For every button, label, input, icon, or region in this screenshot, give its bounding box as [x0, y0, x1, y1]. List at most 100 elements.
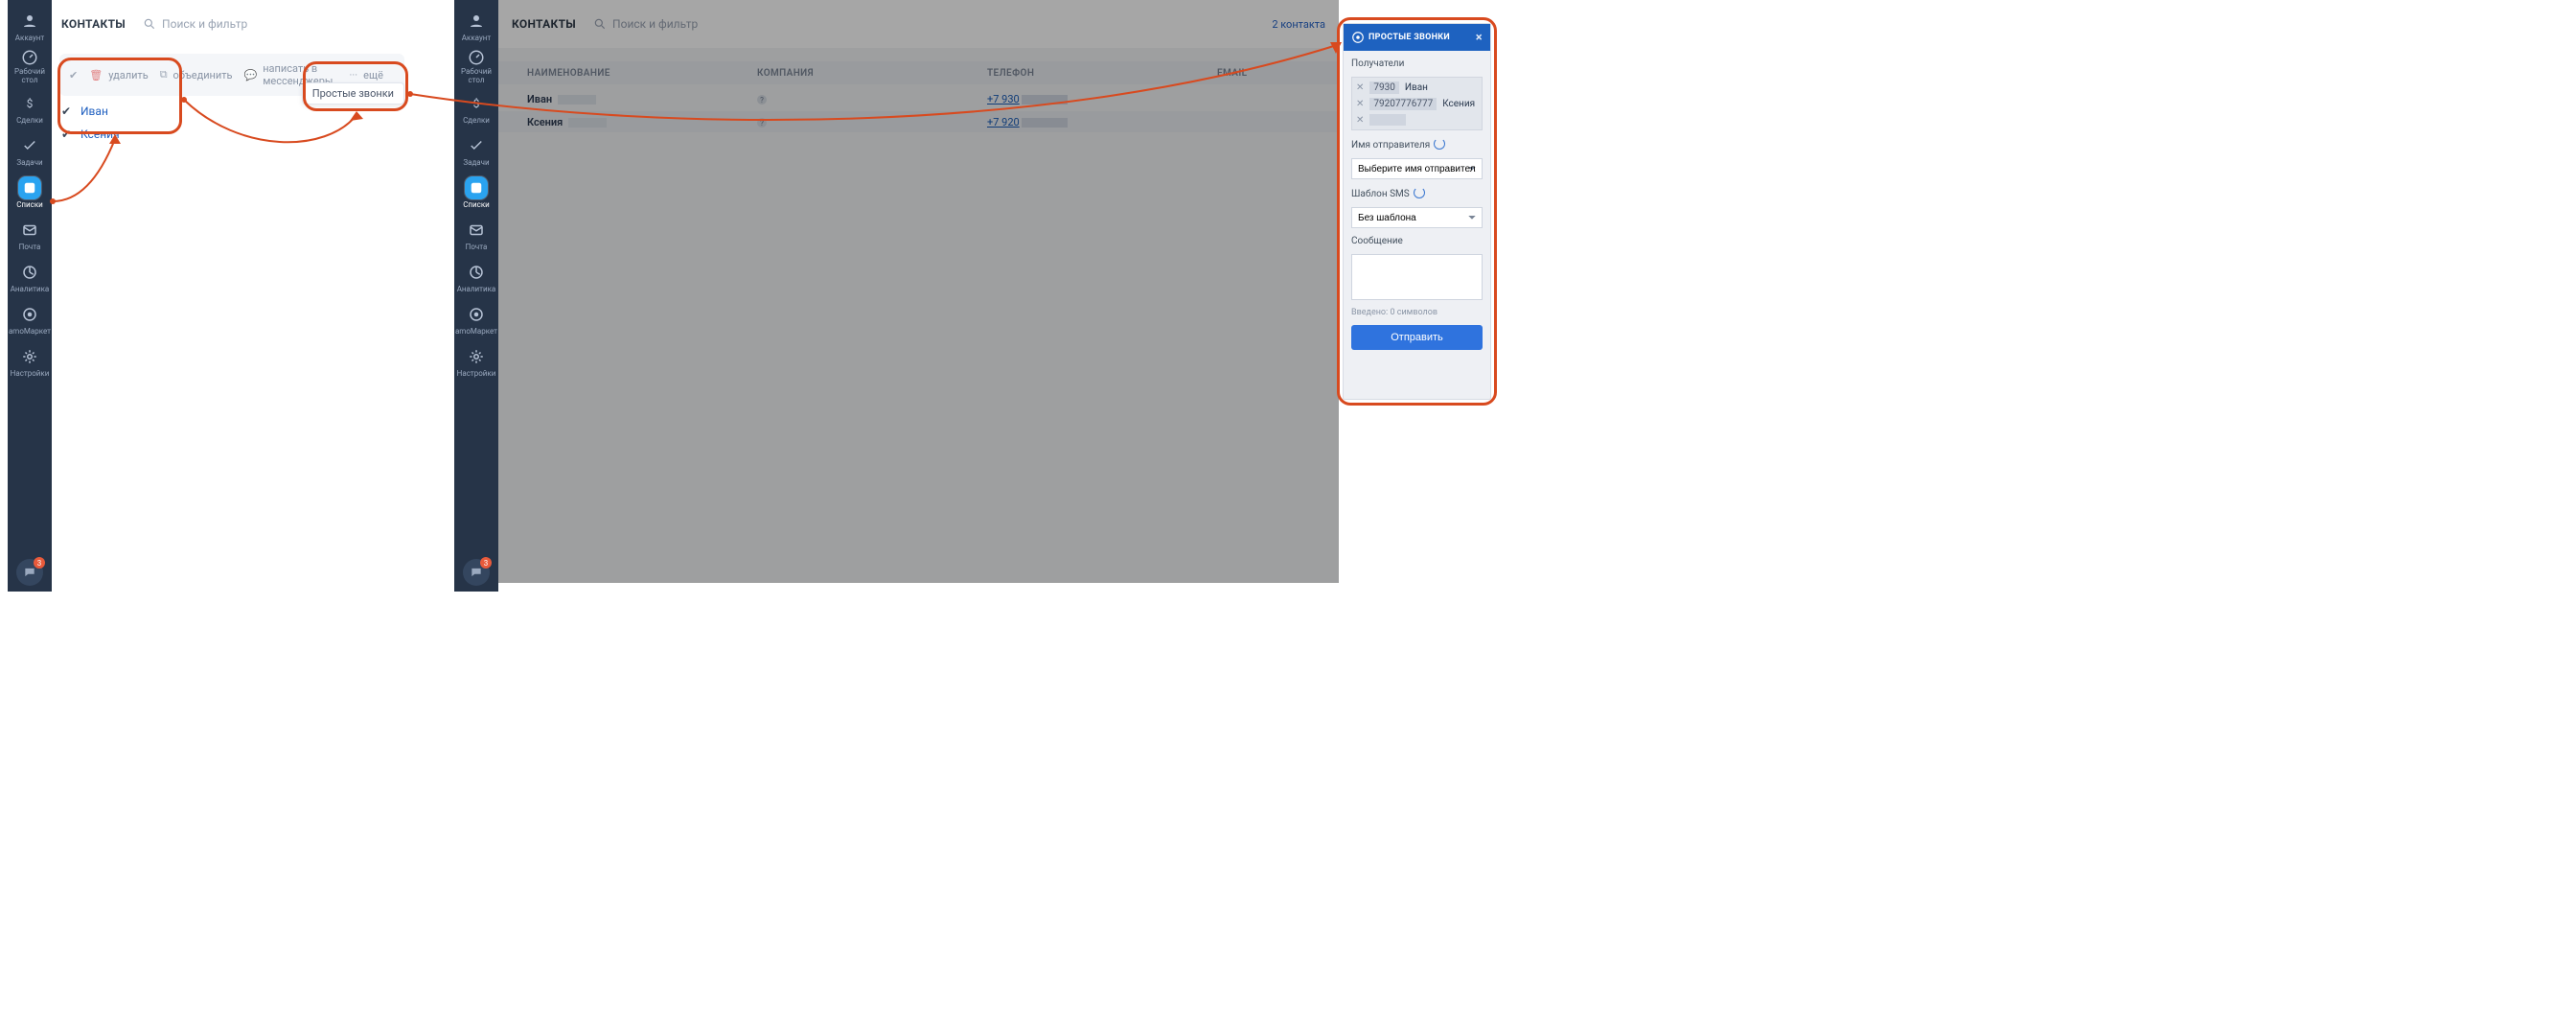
nav-account[interactable]: Аккаунт — [454, 4, 498, 46]
nav-label: Аналитика — [11, 286, 50, 293]
recipient-row: ✕ 79207776777 Ксения — [1356, 98, 1478, 110]
dollar-icon: $ — [18, 92, 41, 115]
recipient-number: 7930 — [1369, 81, 1398, 94]
market-icon — [465, 303, 488, 326]
mail-icon — [18, 219, 41, 242]
panel-a: КОНТАКТЫ Поиск и фильтр ✔ 🗑удалить ⧉объе… — [52, 0, 412, 583]
recipient-name: Иван — [1405, 82, 1428, 93]
nav-label: Списки — [16, 201, 43, 209]
refresh-icon[interactable] — [1434, 138, 1445, 150]
nav-label: Настройки — [11, 370, 50, 378]
contact-name: Ксения — [80, 128, 120, 141]
message-input[interactable] — [1351, 254, 1483, 300]
nav-dashboard[interactable]: Рабочийстол — [454, 46, 498, 86]
nav-deals[interactable]: $Сделки — [454, 86, 498, 128]
nav-analytics[interactable]: Аналитика — [454, 255, 498, 297]
chat-icon: 💬 — [244, 69, 258, 81]
nav-deals[interactable]: $ Сделки — [8, 86, 52, 128]
modal-header: ПРОСТЫЕ ЗВОНКИ × — [1344, 24, 1490, 51]
sender-label: Имя отправителя — [1351, 138, 1483, 151]
remove-icon[interactable]: ✕ — [1356, 115, 1364, 126]
check-icon — [465, 134, 488, 157]
template-select[interactable]: Без шаблона — [1351, 207, 1483, 228]
search-icon — [143, 17, 156, 31]
chat-icon — [23, 566, 36, 579]
remove-icon[interactable]: ✕ — [1356, 99, 1364, 109]
nav-mail[interactable]: Почта — [8, 213, 52, 255]
bulk-toolbar: ✔ 🗑удалить ⧉объединить 💬написать в мессе… — [59, 54, 404, 96]
user-icon — [18, 10, 41, 33]
sender-select[interactable]: Выберите имя отправителя — [1351, 158, 1483, 179]
panel-a-header: КОНТАКТЫ Поиск и фильтр — [52, 0, 412, 48]
template-label: Шаблон SMS — [1351, 187, 1483, 199]
dollar-icon: $ — [465, 92, 488, 115]
nav-lists[interactable]: Списки — [8, 171, 52, 213]
modal-overlay — [498, 0, 1339, 583]
more-dropdown-item[interactable]: Простые звонки — [302, 82, 404, 105]
nav-settings[interactable]: Настройки — [454, 339, 498, 382]
nav-label: Почта — [19, 244, 41, 251]
nav-mail[interactable]: Почта — [454, 213, 498, 255]
chars-hint: Введено: 0 символов — [1351, 308, 1483, 317]
nav-dashboard[interactable]: Рабочийстол — [8, 46, 52, 86]
nav-analytics[interactable]: Аналитика — [8, 255, 52, 297]
nav-label: Рабочийстол — [14, 68, 45, 85]
search-placeholder: Поиск и фильтр — [162, 17, 247, 31]
user-icon — [465, 10, 488, 33]
nav-account[interactable]: Аккаунт — [8, 4, 52, 46]
more-button[interactable]: ···ещё — [350, 69, 383, 81]
nav-label: amoМаркет — [9, 328, 51, 336]
panel-b: КОНТАКТЫ Поиск и фильтр 2 контакта НАИМЕ… — [498, 0, 1339, 583]
modal-title: ПРОСТЫЕ ЗВОНКИ — [1368, 33, 1450, 42]
merge-button[interactable]: ⧉объединить — [160, 68, 233, 81]
chat-badge: 3 — [34, 557, 45, 569]
recipients-label: Получатели — [1351, 58, 1483, 69]
chart-icon — [18, 261, 41, 284]
nav-lists[interactable]: Списки — [454, 171, 498, 213]
chat-button[interactable]: 3 — [16, 559, 43, 586]
chat-badge: 3 — [480, 557, 492, 569]
svg-text:$: $ — [473, 97, 480, 110]
mail-icon — [465, 219, 488, 242]
list-item[interactable]: ✔ Ксения — [59, 123, 404, 146]
page-title: КОНТАКТЫ — [61, 17, 126, 31]
nav-settings[interactable]: Настройки — [8, 339, 52, 382]
market-icon — [18, 303, 41, 326]
gauge-icon — [465, 49, 488, 66]
list-icon — [465, 176, 488, 199]
recipient-row: ✕ — [1356, 114, 1478, 126]
nav-tasks[interactable]: Задачи — [8, 128, 52, 171]
chat-icon — [470, 566, 483, 579]
nav-tasks[interactable]: Задачи — [454, 128, 498, 171]
nav-market[interactable]: amoМаркет — [454, 297, 498, 339]
delete-button[interactable]: 🗑удалить — [89, 69, 148, 81]
check-icon: ✔ — [59, 128, 73, 141]
check-icon — [18, 134, 41, 157]
gear-icon — [465, 345, 488, 368]
recipient-blank — [1369, 114, 1406, 126]
chart-icon — [465, 261, 488, 284]
merge-icon: ⧉ — [160, 68, 168, 81]
remove-icon[interactable]: ✕ — [1356, 82, 1364, 93]
checkbox-master[interactable]: ✔ — [69, 69, 78, 81]
recipient-name: Ксения — [1442, 99, 1475, 109]
list-icon — [18, 176, 41, 199]
contact-list: ✔ Иван ✔ Ксения — [59, 100, 404, 146]
trash-icon: 🗑 — [89, 69, 103, 81]
message-label: Сообщение — [1351, 236, 1483, 246]
brand-icon — [1351, 31, 1365, 44]
search-input[interactable]: Поиск и фильтр — [143, 17, 247, 31]
sms-modal: ПРОСТЫЕ ЗВОНКИ × Получатели ✕ 7930 Иван … — [1343, 23, 1491, 400]
sidebar-left: Аккаунт Рабочийстол $ Сделки Задачи Спис… — [8, 0, 52, 592]
nav-market[interactable]: amoМаркет — [8, 297, 52, 339]
chat-button[interactable]: 3 — [463, 559, 490, 586]
contact-name: Иван — [80, 105, 108, 118]
dots-icon: ··· — [350, 69, 358, 81]
gauge-icon — [18, 49, 41, 66]
send-button[interactable]: Отправить — [1351, 325, 1483, 350]
recipient-number: 79207776777 — [1369, 98, 1437, 110]
refresh-icon[interactable] — [1414, 187, 1425, 198]
nav-label: Сделки — [16, 117, 43, 125]
close-button[interactable]: × — [1476, 31, 1483, 45]
sidebar-right: Аккаунт Рабочийстол $Сделки Задачи Списк… — [454, 0, 498, 592]
